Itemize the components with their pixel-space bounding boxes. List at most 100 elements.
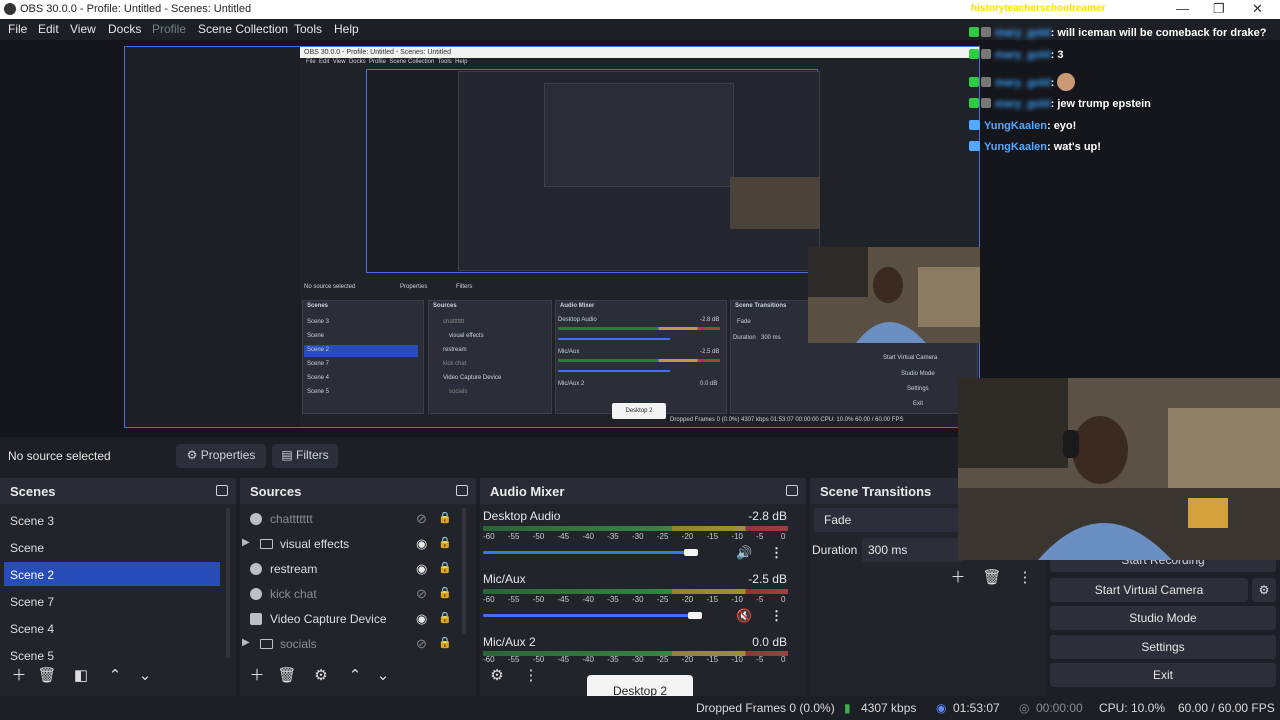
scenes-title: Scenes [0,478,236,504]
studio-mode-button[interactable]: Studio Mode [1050,606,1276,630]
kick-badge-icon [969,77,979,87]
scene-item[interactable]: Scene 5 [4,643,220,667]
scale-tick-label: -60 [483,655,495,664]
status-bar: Dropped Frames 0 (0.0%) ▮ 4307 kbps ◉ 01… [0,696,1280,720]
volume-fader[interactable] [483,614,698,617]
channel-db: -2.8 dB [748,509,787,523]
source-item[interactable]: restream ◉ 🔒 [248,558,458,580]
expand-arrow-icon: ▶ [242,637,250,648]
menu-view[interactable]: View [70,22,96,36]
channel-menu-icon[interactable]: ⋮ [770,545,783,561]
chat-message: mary_gold: jew trump epstein [969,98,1151,110]
move-up-icon[interactable]: ⌃ [104,666,126,686]
scale-tick-label: -45 [557,655,570,664]
menu-scene-collection[interactable]: Scene Collection [198,22,288,36]
scene-item[interactable]: Scene 7 [4,589,220,613]
scenes-scrollbar[interactable] [226,508,230,658]
scale-tick-label: -35 [607,655,619,664]
mixer-menu-icon[interactable]: ⋮ [520,666,542,686]
twitch-badge-icon [969,141,980,151]
source-item[interactable]: kick chat ⊘ 🔒 [248,583,458,605]
fps: 60.00 / 60.00 FPS [1178,701,1275,715]
scene-item-selected[interactable]: Scene 2 [4,562,220,586]
scene-item[interactable]: Scene 4 [4,616,220,640]
hidden-eye-icon: ⊘ [416,511,427,526]
menu-help[interactable]: Help [334,22,359,36]
volume-meter [483,526,788,531]
remove-source-icon[interactable]: 🗑 [276,666,298,686]
menu-file[interactable]: File [8,22,27,36]
scale-tick-label: 0 [781,655,786,664]
scale-tick-label: -10 [731,595,743,604]
duration-input[interactable]: 300 ms [862,538,964,562]
scene-filters-icon[interactable]: ◧ [70,666,92,686]
channel-menu-icon[interactable]: ⋮ [770,608,783,624]
obs-app-icon [4,3,16,15]
chat-message: mary_gold: [969,73,1076,91]
scale-tick-label: -5 [756,532,764,541]
source-item[interactable]: ▶ visual effects ◉ 🔒 [242,533,458,555]
scene-item[interactable]: Scene 3 [4,508,220,532]
add-source-icon[interactable]: ＋ [246,666,268,686]
menu-profile[interactable]: Profile [152,22,186,36]
menu-tools[interactable]: Tools [294,22,322,36]
scale-tick-label: 0 [781,532,786,541]
move-down-icon[interactable]: ⌄ [134,666,156,686]
scale-tick-label: -25 [656,532,669,541]
transition-select[interactable]: Fade [814,508,964,532]
remove-transition-icon[interactable]: 🗑 [981,568,1003,588]
source-item[interactable]: chattttttt ⊘ 🔒 [248,508,458,530]
add-scene-icon[interactable]: ＋ [8,666,30,686]
nested-status: Dropped Frames 0 (0.0%) 4307 kbps 01:53:… [670,417,904,423]
kick-badge-icon [969,49,979,59]
dropped-frames: Dropped Frames 0 (0.0%) [696,701,835,715]
chat-message: mary_gold: 3 [969,49,1063,61]
sources-scrollbar[interactable] [462,508,466,634]
webcam-overlay [958,378,1280,560]
eye-icon: ◉ [416,561,428,576]
exit-button[interactable]: Exit [1050,663,1276,687]
speaker-icon[interactable]: 🔊 [736,545,752,561]
remove-scene-icon[interactable]: 🗑 [36,666,58,686]
nested-no-source: No source selected [304,284,356,290]
fader-knob[interactable] [688,612,702,619]
filters-button[interactable]: ▤ Filters [272,444,338,468]
scale-tick-label: -30 [632,532,644,541]
undock-icon[interactable] [456,485,468,496]
lock-icon: 🔒 [438,637,452,649]
source-item[interactable]: ▶ socials ⊘ 🔒 [242,633,458,655]
volume-fader[interactable] [483,551,698,554]
undock-icon[interactable] [786,485,798,496]
add-transition-icon[interactable]: ＋ [947,568,969,588]
undock-icon[interactable] [216,485,228,496]
start-virtual-camera-button[interactable]: Start Virtual Camera [1050,578,1248,602]
nested-mixer-dock: Audio Mixer Desktop Audio -2.8 dB Mic/Au… [555,300,727,414]
menu-docks[interactable]: Docks [108,22,141,36]
mixer-settings-gear-icon[interactable]: ⚙ [486,666,508,686]
scale-tick-label: -50 [532,532,545,541]
hidden-eye-icon: ⊘ [416,636,427,651]
transition-menu-icon[interactable]: ⋮ [1014,568,1036,588]
virtual-camera-settings-gear-icon[interactable]: ⚙ [1252,578,1276,602]
properties-button[interactable]: ⚙ Properties [176,444,266,468]
settings-button[interactable]: Settings [1050,635,1276,659]
browser-source-icon [250,513,262,525]
lock-icon: 🔒 [438,562,452,574]
sources-title: Sources [240,478,476,504]
menu-edit[interactable]: Edit [38,22,59,36]
source-settings-gear-icon[interactable]: ⚙ [310,666,332,686]
fader-knob[interactable] [684,549,698,556]
scale-tick-label: -20 [681,532,694,541]
source-item[interactable]: Video Capture Device ◉ 🔒 [248,608,458,630]
gear-icon: ⚙ [186,448,198,462]
move-down-icon[interactable]: ⌄ [372,666,394,686]
move-up-icon[interactable]: ⌃ [344,666,366,686]
meter-scale: -60 -55 -50 -45 -40 -35 -30 -25 -20 -15 -10 -5 0 [483,595,788,605]
muted-speaker-icon[interactable]: 🔇 [736,608,752,624]
meter-scale: -60 -55 -50 -45 -40 -35 -30 -25 -20 -15 -10 -5 0 [483,532,788,542]
scale-tick-label: -20 [681,655,694,664]
scene-item[interactable]: Scene [4,535,220,559]
scale-tick-label: -5 [756,655,764,664]
channel-db: -2.5 dB [748,572,787,586]
meter-scale: -60 -55 -50 -45 -40 -35 -30 -25 -20 -15 -10 -5 0 [483,655,788,665]
